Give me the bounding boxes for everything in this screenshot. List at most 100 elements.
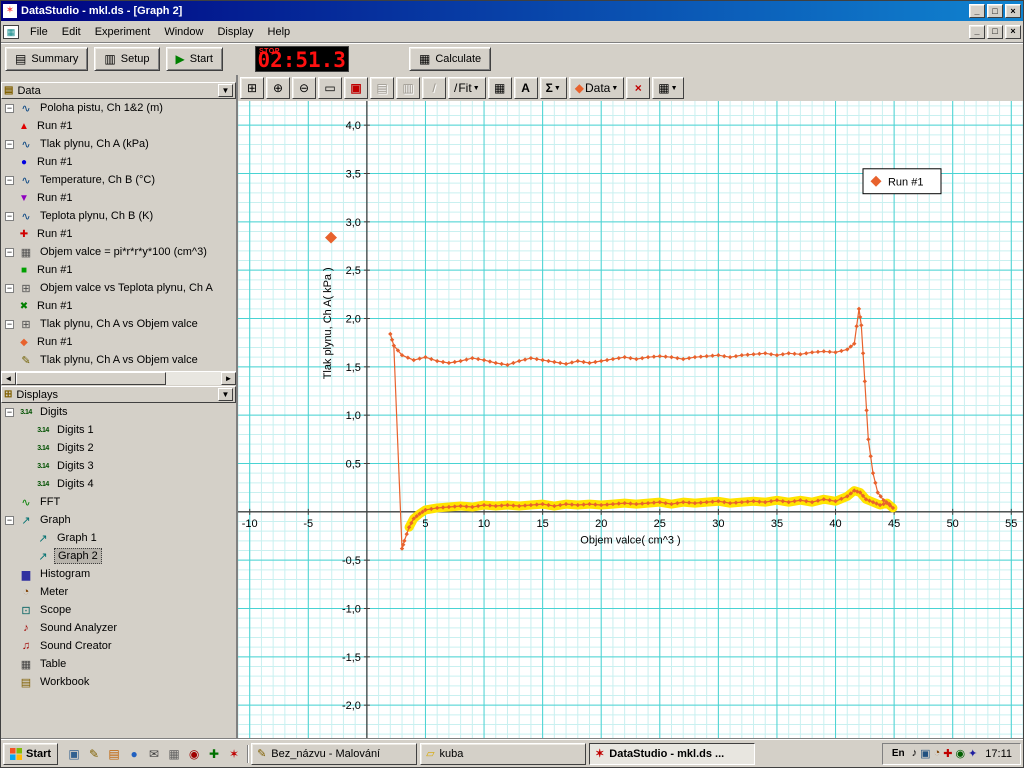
media-icon[interactable]: ◉ <box>185 745 203 763</box>
calculate-button[interactable]: ▦ Calculate <box>409 47 491 71</box>
display-item-table[interactable]: −▦Table <box>1 655 236 673</box>
data-source-item[interactable]: −∿Teplota plynu, Ch B (K) <box>1 207 236 225</box>
data-source-item[interactable]: −∿Tlak plynu, Ch A (kPa) <box>1 135 236 153</box>
display-item-meter[interactable]: −◔Meter <box>1 583 236 601</box>
close-button[interactable]: × <box>1005 4 1021 18</box>
display-child-item[interactable]: −3.14Digits 3 <box>18 457 236 475</box>
highlight-data-button[interactable]: ▣ <box>344 77 368 99</box>
menu-edit[interactable]: Edit <box>55 23 88 41</box>
graph-plot[interactable]: -10-55101520253035404550554,03,53,02,52,… <box>238 101 1023 739</box>
run-item[interactable]: ◆Run #1 <box>18 333 236 351</box>
scrollbar-thumb[interactable] <box>16 372 166 385</box>
scheduler-icon[interactable]: ◔ <box>934 747 941 760</box>
data-panel-dropdown[interactable]: ▼ <box>218 84 233 97</box>
child-close-button[interactable]: × <box>1005 25 1021 39</box>
data-source-item[interactable]: −▦Objem valce = pi*r*r*y*100 (cm^3) <box>1 243 236 261</box>
collapse-icon[interactable]: − <box>5 408 14 417</box>
task-button[interactable]: ✎Bez_názvu - Malování <box>251 743 417 765</box>
delete-button[interactable]: × <box>626 77 650 99</box>
restore-button[interactable]: □ <box>987 4 1003 18</box>
data-menu-button[interactable]: ◆ Data ▼ <box>569 77 625 99</box>
calculator-icon[interactable]: ▦ <box>165 745 183 763</box>
documents-icon[interactable]: ▤ <box>105 745 123 763</box>
scale-to-fit-button[interactable]: ⊞ <box>240 77 264 99</box>
collapse-icon[interactable]: − <box>5 140 14 149</box>
collapse-icon[interactable]: − <box>5 248 14 257</box>
display-child-item[interactable]: −3.14Digits 4 <box>18 475 236 493</box>
menu-display[interactable]: Display <box>210 23 260 41</box>
zoom-out-button[interactable]: ⊖ <box>292 77 316 99</box>
graph-settings-button[interactable]: ▦ ▼ <box>652 77 683 99</box>
data-source-item[interactable]: −✎Tlak plynu, Ch A vs Objem valce <box>1 351 236 369</box>
scroll-left-icon[interactable]: ◄ <box>1 372 16 385</box>
display-item-sound-creator[interactable]: −♫Sound Creator <box>1 637 236 655</box>
collapse-icon[interactable]: − <box>5 212 14 221</box>
messenger-icon[interactable]: ✦ <box>968 747 977 760</box>
calculator-tool-button[interactable]: ▦ <box>488 77 512 99</box>
browser-icon[interactable]: ● <box>125 745 143 763</box>
displays-panel-dropdown[interactable]: ▼ <box>218 388 233 401</box>
child-minimize-button[interactable]: _ <box>969 25 985 39</box>
collapse-icon[interactable]: − <box>5 176 14 185</box>
display-child-item[interactable]: −3.14Digits 2 <box>18 439 236 457</box>
data-source-item[interactable]: −∿Poloha pistu, Ch 1&2 (m) <box>1 99 236 117</box>
display-item-fft[interactable]: −∿FFT <box>1 493 236 511</box>
minimize-button[interactable]: _ <box>969 4 985 18</box>
fit-menu-button[interactable]: / Fit ▼ <box>448 77 486 99</box>
data-source-item[interactable]: −⊞Tlak plynu, Ch A vs Objem valce <box>1 315 236 333</box>
data-horizontal-scrollbar[interactable]: ◄ ► <box>1 371 236 385</box>
document-pen-icon[interactable]: ✎ <box>85 745 103 763</box>
collapse-icon[interactable]: − <box>5 284 14 293</box>
display-child-item[interactable]: −↗Graph 1 <box>18 529 236 547</box>
task-button[interactable]: ▱kuba <box>420 743 586 765</box>
display-icon[interactable]: ▣ <box>920 747 930 760</box>
data-panel-header[interactable]: ▤ Data ▼ <box>1 82 236 99</box>
show-desktop-icon[interactable]: ▣ <box>65 745 83 763</box>
run-item[interactable]: ■Run #1 <box>18 261 236 279</box>
money-icon[interactable]: ✚ <box>205 745 223 763</box>
run-label: Run #1 <box>34 299 75 313</box>
start-recording-button[interactable]: ▶ Start <box>166 47 223 71</box>
mail-icon[interactable]: ✉ <box>145 745 163 763</box>
zoom-in-button[interactable]: ⊕ <box>266 77 290 99</box>
display-item-histogram[interactable]: −▆Histogram <box>1 565 236 583</box>
display-item-graph[interactable]: −↗Graph <box>1 511 236 529</box>
app-icon[interactable]: ✶ <box>225 745 243 763</box>
menu-file[interactable]: File <box>23 23 55 41</box>
displays-panel-header[interactable]: ⊞ Displays ▼ <box>1 386 236 403</box>
collapse-icon[interactable]: − <box>5 104 14 113</box>
updater-icon[interactable]: ◉ <box>955 747 965 760</box>
volume-icon[interactable]: ♪ <box>912 747 918 760</box>
display-child-item[interactable]: −↗Graph 2 <box>18 547 236 565</box>
child-window-icon[interactable]: ▦ <box>3 25 19 39</box>
collapse-icon[interactable]: − <box>5 320 14 329</box>
legend[interactable]: Run #1 <box>863 169 941 194</box>
zoom-select-button[interactable]: ▭ <box>318 77 342 99</box>
display-child-item[interactable]: −3.14Digits 1 <box>18 421 236 439</box>
display-item-workbook[interactable]: −▤Workbook <box>1 673 236 691</box>
run-item[interactable]: ✖Run #1 <box>18 297 236 315</box>
run-item[interactable]: ●Run #1 <box>18 153 236 171</box>
menu-experiment[interactable]: Experiment <box>88 23 158 41</box>
scroll-right-icon[interactable]: ► <box>221 372 236 385</box>
menu-help[interactable]: Help <box>261 23 298 41</box>
data-source-item[interactable]: −∿Temperature, Ch B (°C) <box>1 171 236 189</box>
run-item[interactable]: ▲Run #1 <box>18 117 236 135</box>
display-item-sound-analyzer[interactable]: −♪Sound Analyzer <box>1 619 236 637</box>
data-source-item[interactable]: −⊞Objem valce vs Teplota plynu, Ch A <box>1 279 236 297</box>
run-item[interactable]: ▼Run #1 <box>18 189 236 207</box>
setup-button[interactable]: ▥ Setup <box>94 47 159 71</box>
display-item-digits[interactable]: −3.14Digits <box>1 403 236 421</box>
collapse-icon[interactable]: − <box>5 516 14 525</box>
menu-window[interactable]: Window <box>157 23 210 41</box>
task-button[interactable]: ✶DataStudio - mkl.ds ... <box>589 743 755 765</box>
statistics-menu-button[interactable]: Σ ▼ <box>540 77 567 99</box>
text-tool-button[interactable]: A <box>514 77 538 99</box>
summary-button[interactable]: ▤ Summary <box>5 47 88 71</box>
start-button[interactable]: Start <box>3 743 58 765</box>
antivirus-icon[interactable]: ✚ <box>943 747 952 760</box>
keyboard-language-indicator[interactable]: En <box>889 747 908 760</box>
run-item[interactable]: ✚Run #1 <box>18 225 236 243</box>
display-item-scope[interactable]: −⊡Scope <box>1 601 236 619</box>
child-restore-button[interactable]: □ <box>987 25 1003 39</box>
